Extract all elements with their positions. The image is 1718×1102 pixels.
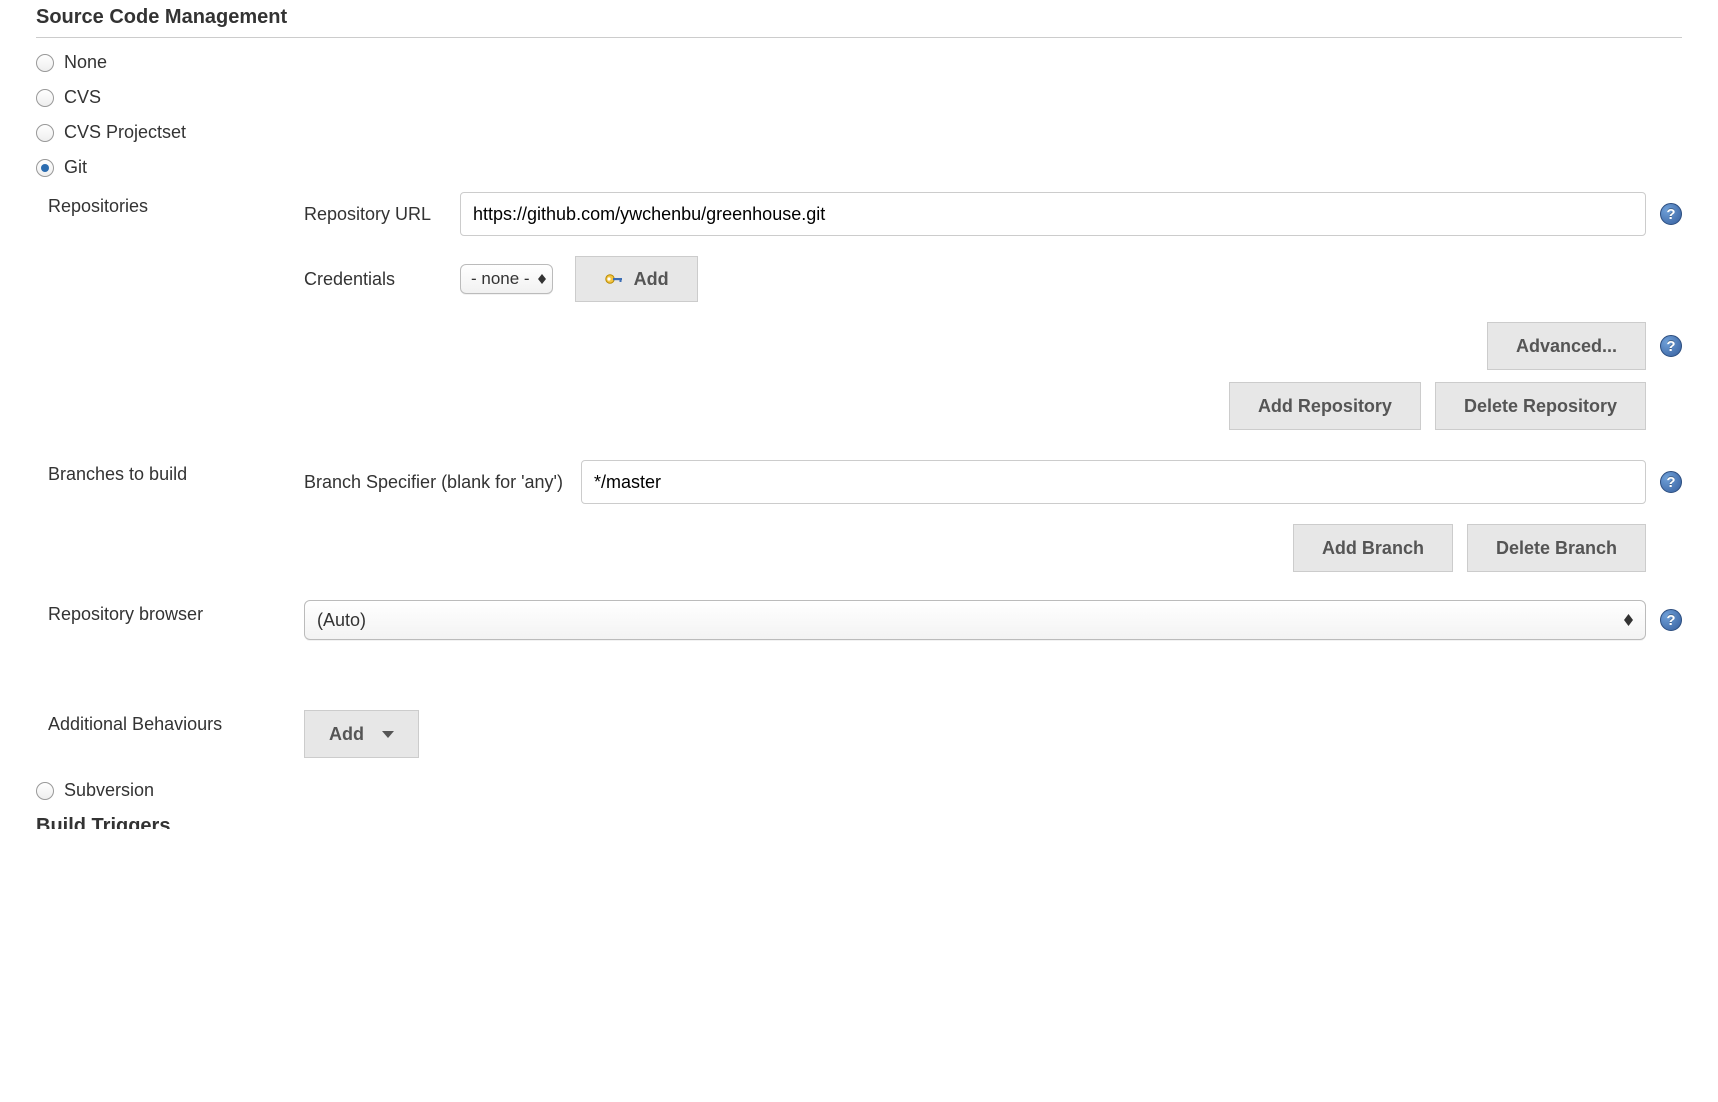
credentials-select[interactable]: - none - bbox=[460, 264, 553, 294]
help-icon[interactable]: ? bbox=[1660, 471, 1682, 493]
scm-option-none[interactable]: None bbox=[36, 52, 1682, 73]
radio-icon bbox=[36, 782, 54, 800]
branches-label: Branches to build bbox=[48, 460, 304, 485]
chevron-updown-icon bbox=[538, 274, 546, 284]
add-branch-button[interactable]: Add Branch bbox=[1293, 524, 1453, 572]
repositories-label: Repositories bbox=[48, 192, 304, 217]
credentials-label: Credentials bbox=[304, 269, 460, 290]
scm-option-label: Subversion bbox=[64, 780, 154, 801]
repo-browser-label: Repository browser bbox=[48, 600, 304, 625]
branch-specifier-label: Branch Specifier (blank for 'any') bbox=[304, 472, 581, 493]
next-section-title-partial: Build Triggers bbox=[36, 815, 1682, 829]
radio-icon bbox=[36, 54, 54, 72]
repo-url-label: Repository URL bbox=[304, 204, 460, 225]
scm-option-subversion[interactable]: Subversion bbox=[36, 780, 1682, 801]
delete-branch-label: Delete Branch bbox=[1496, 538, 1617, 559]
help-icon[interactable]: ? bbox=[1660, 203, 1682, 225]
repo-browser-select[interactable]: (Auto) bbox=[304, 600, 1646, 640]
radio-icon bbox=[36, 159, 54, 177]
chevron-updown-icon bbox=[1624, 614, 1633, 626]
add-repository-label: Add Repository bbox=[1258, 396, 1392, 417]
repo-url-input[interactable] bbox=[460, 192, 1646, 236]
repo-browser-value: (Auto) bbox=[317, 610, 366, 631]
additional-behaviours-add-button[interactable]: Add bbox=[304, 710, 419, 758]
section-title: Source Code Management bbox=[36, 0, 1682, 38]
scm-option-label: None bbox=[64, 52, 107, 73]
credentials-value: - none - bbox=[471, 269, 530, 289]
scm-option-label: CVS Projectset bbox=[64, 122, 186, 143]
scm-option-cvs-projectset[interactable]: CVS Projectset bbox=[36, 122, 1682, 143]
help-icon[interactable]: ? bbox=[1660, 609, 1682, 631]
delete-branch-button[interactable]: Delete Branch bbox=[1467, 524, 1646, 572]
add-credentials-label: Add bbox=[634, 269, 669, 290]
scm-option-label: CVS bbox=[64, 87, 101, 108]
scm-option-git[interactable]: Git bbox=[36, 157, 1682, 178]
branch-specifier-input[interactable] bbox=[581, 460, 1646, 504]
radio-icon bbox=[36, 89, 54, 107]
add-branch-label: Add Branch bbox=[1322, 538, 1424, 559]
add-credentials-button[interactable]: Add bbox=[575, 256, 698, 302]
scm-option-cvs[interactable]: CVS bbox=[36, 87, 1682, 108]
add-repository-button[interactable]: Add Repository bbox=[1229, 382, 1421, 430]
key-icon bbox=[604, 269, 624, 289]
delete-repository-label: Delete Repository bbox=[1464, 396, 1617, 417]
scm-option-label: Git bbox=[64, 157, 87, 178]
chevron-down-icon bbox=[382, 731, 394, 738]
additional-behaviours-label: Additional Behaviours bbox=[48, 710, 304, 735]
additional-add-label: Add bbox=[329, 724, 364, 745]
delete-repository-button[interactable]: Delete Repository bbox=[1435, 382, 1646, 430]
advanced-button[interactable]: Advanced... bbox=[1487, 322, 1646, 370]
radio-icon bbox=[36, 124, 54, 142]
help-icon[interactable]: ? bbox=[1660, 335, 1682, 357]
advanced-label: Advanced... bbox=[1516, 336, 1617, 357]
